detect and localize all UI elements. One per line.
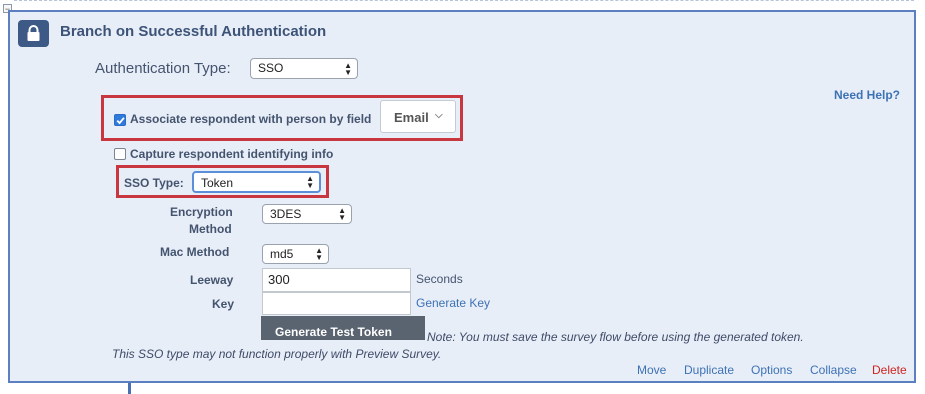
block-title: Branch on Successful Authentication (60, 23, 327, 40)
preview-note: This SSO type may not function properly … (112, 347, 442, 361)
mac-method-value: md5 (270, 247, 294, 261)
options-link[interactable]: Options (751, 363, 792, 377)
save-note: Note: You must save the survey flow befo… (427, 330, 804, 344)
mac-method-select[interactable]: md5 ▲ ▼ (262, 244, 329, 264)
authentication-type-select[interactable]: SSO ▲ ▼ (250, 58, 358, 79)
key-label: Key (212, 297, 235, 311)
select-arrows-icon: ▲ ▼ (344, 60, 352, 77)
associate-checkbox[interactable] (114, 114, 126, 126)
mac-method-label: Mac Method (160, 245, 230, 259)
chevron-down-icon: ⌵ (435, 110, 443, 121)
encryption-method-value: 3DES (270, 207, 302, 221)
duplicate-link[interactable]: Duplicate (684, 363, 734, 377)
flow-connector-dashed (14, 0, 914, 1)
leeway-unit: Seconds (416, 272, 463, 286)
collapse-link[interactable]: Collapse (810, 363, 857, 377)
select-arrows-icon: ▲ ▼ (306, 174, 314, 190)
associate-field-dropdown[interactable]: Email ⌵ (380, 100, 456, 133)
encryption-method-select[interactable]: 3DES ▲ ▼ (262, 204, 352, 224)
sso-type-select[interactable]: Token ▲ ▼ (192, 171, 321, 193)
select-arrows-icon: ▲ ▼ (315, 246, 323, 262)
encryption-label-line1: Encryption (170, 205, 233, 219)
capture-label: Capture respondent identifying info (130, 147, 334, 161)
associate-label: Associate respondent with person by fiel… (130, 112, 372, 126)
generate-key-link[interactable]: Generate Key (416, 296, 490, 310)
key-input[interactable] (262, 292, 411, 315)
authentication-type-label: Authentication Type: (95, 60, 231, 77)
generate-test-token-button[interactable]: Generate Test Token (261, 316, 425, 340)
lock-icon (18, 20, 49, 47)
capture-checkbox[interactable] (114, 148, 126, 160)
need-help-link[interactable]: Need Help? (834, 88, 900, 102)
move-link[interactable]: Move (637, 363, 666, 377)
encryption-label-line2: Method (189, 222, 232, 236)
leeway-label: Leeway (190, 273, 234, 287)
leeway-input[interactable]: 300 (262, 268, 411, 292)
associate-field-value: Email (394, 110, 429, 125)
flow-connector-line (128, 383, 131, 394)
sso-type-label: SSO Type: (124, 176, 184, 190)
authentication-type-value: SSO (258, 61, 284, 75)
select-arrows-icon: ▲ ▼ (338, 206, 346, 222)
sso-type-value: Token (201, 176, 234, 190)
delete-link[interactable]: Delete (872, 363, 907, 377)
